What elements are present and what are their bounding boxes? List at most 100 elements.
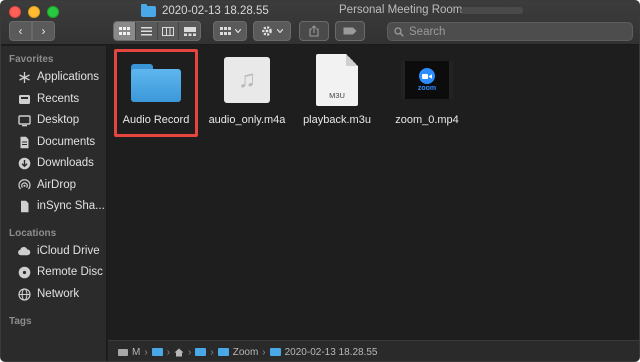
grid-icon	[118, 26, 130, 35]
share-button[interactable]	[299, 21, 329, 41]
gear-icon	[262, 26, 272, 36]
disc-icon	[17, 265, 31, 279]
video-camera-icon	[419, 68, 435, 84]
search-field[interactable]	[387, 22, 633, 41]
gallery-icon	[183, 26, 196, 36]
hard-drive-icon	[118, 348, 128, 356]
window-subtitle: Personal Meeting Room	[339, 4, 463, 16]
forward-button[interactable]: ›	[32, 21, 55, 41]
path-segment-home[interactable]	[174, 348, 184, 357]
recents-icon	[17, 92, 31, 106]
sidebar-item-network[interactable]: Network	[1, 284, 107, 304]
share-icon	[309, 25, 319, 37]
sidebar-item-label: iCloud Drive	[37, 245, 100, 257]
path-segment-current[interactable]: 2020-02-13 18.28.55	[269, 347, 377, 358]
path-segment-disk[interactable]: M	[118, 347, 140, 358]
sidebar-item-label: Documents	[37, 136, 96, 148]
toolbar: 2020-02-13 18.28.55 Personal Meeting Roo…	[1, 1, 639, 45]
sidebar-item-label: Desktop	[37, 114, 80, 126]
tag-icon	[343, 27, 357, 35]
window-title: 2020-02-13 18.28.55	[162, 5, 269, 17]
sidebar-item-label: Remote Disc	[37, 266, 103, 278]
desktop-icon	[17, 113, 31, 127]
home-icon	[174, 348, 184, 356]
path-segment-label: Zoom	[232, 346, 259, 358]
path-separator-icon: ›	[262, 346, 266, 358]
zoom-window-button[interactable]	[47, 6, 59, 18]
sidebar: Favorites Applications Recents Desktop D…	[1, 46, 107, 361]
icon-view-button[interactable]	[114, 22, 136, 40]
chevron-down-icon	[277, 29, 283, 33]
sidebar-item-downloads[interactable]: Downloads	[1, 153, 107, 173]
documents-icon	[17, 135, 31, 149]
sidebar-item-documents[interactable]: Documents	[1, 132, 107, 152]
sidebar-item-desktop[interactable]: Desktop	[1, 110, 107, 130]
path-segment-zoom[interactable]: Zoom	[217, 346, 259, 358]
path-bar: M › › › › Zoom › 2020-02-13 18.28.55	[108, 340, 639, 361]
file-name: zoom_0.mp4	[395, 114, 459, 126]
path-segment-folder[interactable]	[151, 348, 163, 356]
locations-heading: Locations	[9, 228, 57, 239]
path-segment-folder[interactable]	[195, 348, 207, 356]
folder-icon	[131, 64, 181, 102]
sidebar-item-recents[interactable]: Recents	[1, 89, 107, 109]
redacted-text	[461, 7, 523, 14]
video-thumbnail: zoom	[401, 61, 453, 99]
action-menu-button[interactable]	[253, 21, 291, 41]
list-icon	[140, 26, 152, 35]
file-item-playback[interactable]: M3U playback.m3u	[294, 52, 380, 126]
file-name: audio_only.m4a	[208, 114, 286, 126]
sidebar-item-label: Recents	[37, 93, 80, 105]
columns-icon	[161, 26, 174, 36]
search-input[interactable]	[409, 25, 609, 38]
file-browser: Audio Record ♫ audio_only.m4a M3U playba…	[108, 46, 639, 340]
column-view-button[interactable]	[158, 22, 180, 40]
sidebar-item-remote-disc[interactable]: Remote Disc	[1, 262, 107, 282]
file-icon	[17, 199, 31, 213]
path-separator-icon: ›	[188, 346, 192, 358]
applications-icon	[17, 70, 31, 84]
group-grid-icon	[219, 26, 231, 35]
folder-icon	[195, 348, 207, 356]
folder-icon	[217, 348, 229, 356]
file-item-audio-record[interactable]: Audio Record	[113, 52, 199, 126]
path-separator-icon: ›	[144, 346, 148, 358]
path-separator-icon: ›	[210, 346, 214, 358]
back-button[interactable]: ‹	[9, 21, 32, 41]
chevron-down-icon	[234, 29, 241, 33]
sidebar-item-applications[interactable]: Applications	[1, 67, 107, 87]
close-window-button[interactable]	[9, 6, 21, 18]
sidebar-item-icloud[interactable]: iCloud Drive	[1, 241, 107, 261]
list-view-button[interactable]	[136, 22, 158, 40]
folder-icon	[269, 348, 281, 356]
file-item-audio-only[interactable]: ♫ audio_only.m4a	[204, 52, 290, 126]
file-extension-label: M3U	[329, 91, 345, 100]
file-item-zoom-video[interactable]: zoom zoom_0.mp4	[384, 52, 470, 126]
sidebar-item-label: Downloads	[37, 157, 94, 169]
network-icon	[17, 287, 31, 301]
sidebar-item-airdrop[interactable]: AirDrop	[1, 175, 107, 195]
group-by-button[interactable]	[213, 21, 247, 41]
sidebar-item-label: AirDrop	[37, 179, 76, 191]
chevron-left-icon: ‹	[18, 24, 23, 38]
chevron-right-icon: ›	[41, 24, 46, 38]
path-segment-label: M	[132, 346, 141, 358]
file-name: Audio Record	[122, 114, 190, 126]
finder-window: 2020-02-13 18.28.55 Personal Meeting Roo…	[0, 0, 640, 362]
downloads-icon	[17, 156, 31, 170]
minimize-window-button[interactable]	[28, 6, 40, 18]
folder-icon	[141, 3, 156, 17]
file-name: playback.m3u	[303, 114, 371, 126]
sidebar-item-insync[interactable]: inSync Sha...	[1, 196, 107, 216]
cloud-icon	[17, 244, 31, 258]
tags-button[interactable]	[335, 21, 365, 41]
search-icon	[394, 26, 404, 37]
window-title-group: 2020-02-13 18.28.55	[141, 3, 269, 19]
gallery-view-button[interactable]	[179, 22, 200, 40]
sidebar-item-label: Network	[37, 288, 80, 300]
airdrop-icon	[17, 178, 31, 192]
favorites-heading: Favorites	[9, 54, 54, 65]
sidebar-item-label: inSync Sha...	[37, 200, 105, 212]
document-icon: M3U	[316, 54, 358, 106]
folder-icon	[151, 348, 163, 356]
